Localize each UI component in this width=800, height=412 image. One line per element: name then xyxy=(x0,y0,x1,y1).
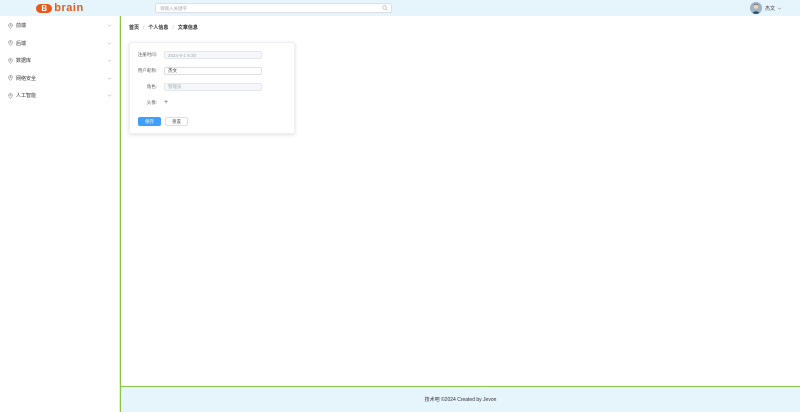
chevron-down-icon xyxy=(107,59,112,62)
profile-card: 注册时间: 用户昵称: 角色: 头像: + 保存 重置 xyxy=(129,42,295,134)
search-icon[interactable] xyxy=(382,5,388,11)
search-input[interactable] xyxy=(156,4,376,12)
logo-text: brain xyxy=(54,2,84,14)
avatar-label: 头像: xyxy=(146,100,157,105)
search-box xyxy=(155,3,392,13)
main-content: 首页 / 个人信息 / 文章信息 注册时间: 用户昵称: 角色: 头像: + 保… xyxy=(120,16,800,386)
avatar-upload-button[interactable]: + xyxy=(164,99,168,107)
role-input xyxy=(164,83,262,91)
sidebar-item-label: 前端 xyxy=(16,23,27,30)
chevron-down-icon xyxy=(107,94,112,97)
breadcrumb-profile[interactable]: 个人信息 xyxy=(148,24,168,31)
nickname-row: 用户昵称: xyxy=(130,67,262,75)
sidebar-item-frontend[interactable]: 前端 xyxy=(0,17,119,35)
chevron-down-icon[interactable] xyxy=(777,6,782,11)
sidebar-item-label: 后端 xyxy=(16,40,27,47)
breadcrumb-home[interactable]: 首页 xyxy=(129,24,139,31)
sidebar-item-label: 数据库 xyxy=(16,58,32,65)
breadcrumb-separator: / xyxy=(143,24,145,31)
sidebar-item-label: 人工智能 xyxy=(16,93,37,100)
location-icon xyxy=(8,57,13,64)
register-time-label: 注册时间: xyxy=(137,52,157,57)
footer-text: 技术吧 ©2024 Created by Jevon xyxy=(424,397,497,403)
sidebar-item-security[interactable]: 网络安全 xyxy=(0,70,119,88)
register-time-input xyxy=(164,51,262,59)
reset-button[interactable]: 重置 xyxy=(165,117,188,126)
breadcrumb: 首页 / 个人信息 / 文章信息 xyxy=(129,24,198,32)
sidebar-item-backend[interactable]: 后端 xyxy=(0,35,119,53)
register-time-row: 注册时间: xyxy=(130,51,262,59)
avatar-image xyxy=(750,2,762,14)
chevron-down-icon xyxy=(107,42,112,45)
role-row: 角色: xyxy=(130,83,262,91)
avatar[interactable] xyxy=(750,2,762,14)
form-actions: 保存 重置 xyxy=(138,117,188,126)
sidebar-menu: 前端 后端 数据库 网络安全 人工智能 xyxy=(0,16,120,412)
chevron-down-icon xyxy=(107,24,112,27)
nickname-label: 用户昵称: xyxy=(137,68,157,73)
location-icon xyxy=(8,75,13,82)
breadcrumb-separator: / xyxy=(172,24,174,31)
avatar-row: 头像: + xyxy=(130,99,168,107)
sidebar-item-database[interactable]: 数据库 xyxy=(0,52,119,70)
user-menu[interactable]: 杰文 xyxy=(750,1,782,15)
user-name[interactable]: 杰文 xyxy=(765,5,775,12)
page-footer: 技术吧 ©2024 Created by Jevon xyxy=(120,386,800,412)
role-label: 角色: xyxy=(146,84,157,89)
location-icon xyxy=(8,22,13,29)
sidebar-item-label: 网络安全 xyxy=(16,75,37,82)
nickname-input[interactable] xyxy=(164,67,262,75)
brand-logo[interactable]: B brain xyxy=(0,0,120,16)
logo-badge: B xyxy=(36,3,53,13)
sidebar-item-ai[interactable]: 人工智能 xyxy=(0,87,119,105)
top-header: B brain 杰文 xyxy=(0,0,800,16)
save-button[interactable]: 保存 xyxy=(138,117,161,126)
breadcrumb-articles[interactable]: 文章信息 xyxy=(178,24,198,31)
location-icon xyxy=(8,92,13,99)
location-icon xyxy=(8,40,13,47)
chevron-down-icon xyxy=(107,77,112,80)
